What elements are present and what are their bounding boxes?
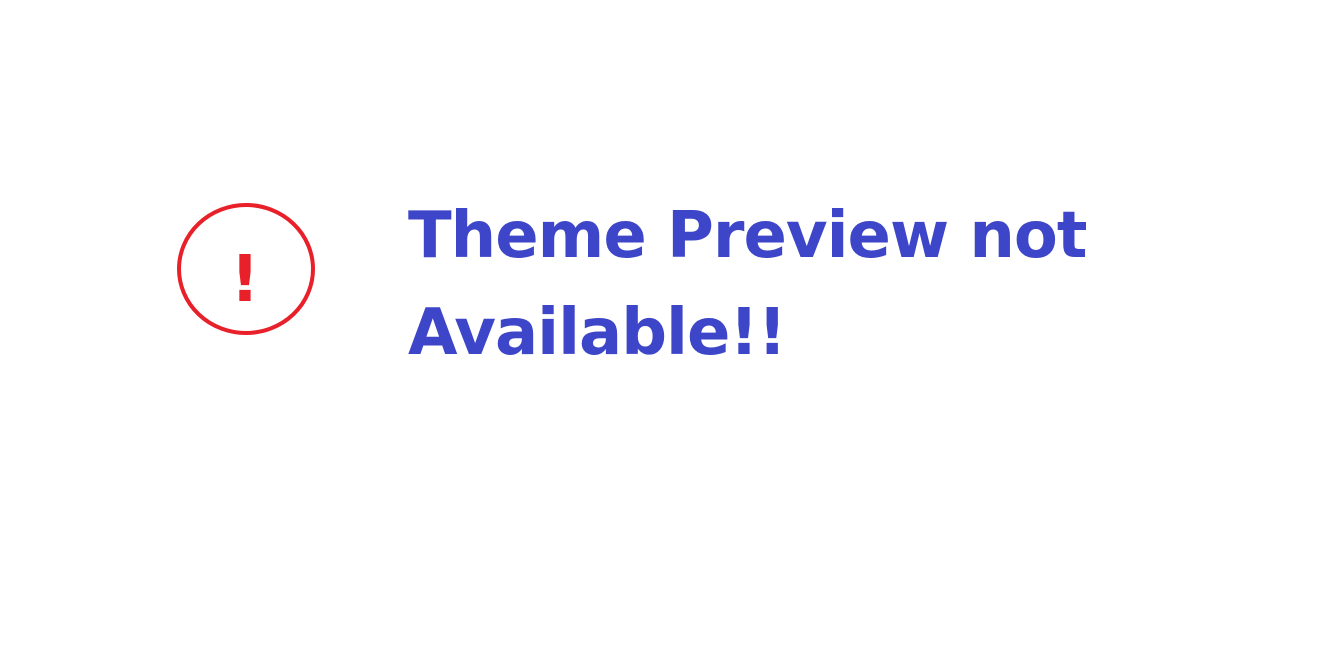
preview-unavailable-message: Theme Preview not Available!! — [408, 188, 1128, 382]
message-line-2: Available!! — [408, 296, 787, 370]
exclamation-circle-icon: ! — [177, 203, 315, 335]
exclamation-circle-graphic: ! — [177, 203, 315, 335]
theme-preview-placeholder: ! Theme Preview not Available!! — [0, 0, 1327, 651]
exclamation-mark-glyph: ! — [230, 243, 259, 317]
message-line-1: Theme Preview not — [408, 199, 1087, 273]
